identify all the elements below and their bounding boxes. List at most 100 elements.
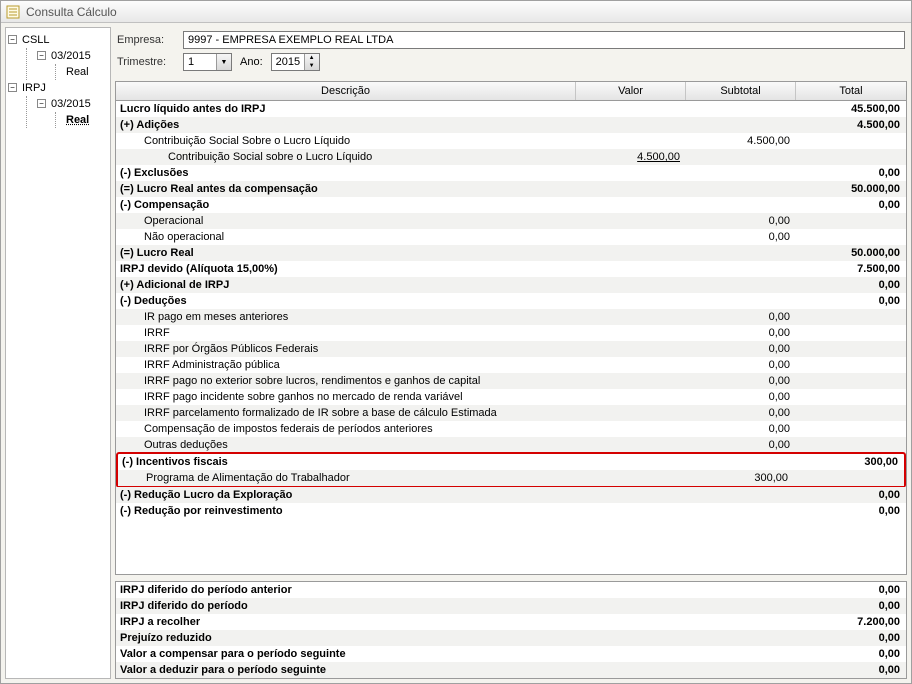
cell-valor <box>576 165 686 181</box>
cell-valor <box>576 181 686 197</box>
tree-node-csll-period[interactable]: − 03/2015 Real <box>37 48 108 80</box>
cell-desc: Programa de Alimentação do Trabalhador <box>118 470 574 486</box>
table-row[interactable]: IR pago em meses anteriores0,00 <box>116 309 906 325</box>
tree-toggle-icon[interactable]: − <box>8 83 17 92</box>
table-row[interactable]: Operacional0,00 <box>116 213 906 229</box>
table-row[interactable]: Programa de Alimentação do Trabalhador30… <box>118 470 904 486</box>
table-row[interactable]: (+) Adicional de IRPJ0,00 <box>116 277 906 293</box>
table-row[interactable]: Contribuição Social sobre o Lucro Líquid… <box>116 149 906 165</box>
cell-desc: IRRF pago incidente sobre ganhos no merc… <box>116 389 576 405</box>
table-row[interactable]: IRPJ diferido do período anterior0,00 <box>116 582 906 598</box>
cell-subtotal: 0,00 <box>686 357 796 373</box>
cell-valor <box>576 405 686 421</box>
col-header-desc[interactable]: Descrição <box>116 82 576 100</box>
table-row[interactable]: IRRF por Órgãos Públicos Federais0,00 <box>116 341 906 357</box>
table-row[interactable]: (=) Lucro Real antes da compensação 50.00… <box>116 181 906 197</box>
cell-subtotal: 0,00 <box>686 373 796 389</box>
cell-desc: Compensação de impostos federais de perí… <box>116 421 576 437</box>
table-row[interactable]: IRRF0,00 <box>116 325 906 341</box>
tree-toggle-icon[interactable]: − <box>8 35 17 44</box>
table-row[interactable]: Valor a deduzir para o período seguinte0… <box>116 662 906 678</box>
col-header-subtotal[interactable]: Subtotal <box>686 82 796 100</box>
trimestre-combo[interactable]: ▼ <box>183 53 232 71</box>
tree-node-irpj-period[interactable]: − 03/2015 Real <box>37 96 108 128</box>
cell-total <box>796 133 906 149</box>
cell-subtotal <box>686 293 796 309</box>
main-panel: Empresa: Trimestre: ▼ Ano: ▲▼ <box>115 27 907 679</box>
cell-subtotal <box>686 181 796 197</box>
table-row[interactable]: IRRF pago incidente sobre ganhos no merc… <box>116 389 906 405</box>
table-row[interactable]: Outras deduções0,00 <box>116 437 906 453</box>
table-row[interactable]: IRRF Administração pública0,00 <box>116 357 906 373</box>
cell-desc: IRPJ diferido do período <box>116 598 576 614</box>
table-row[interactable]: (+) Adições4.500,00 <box>116 117 906 133</box>
grid-body[interactable]: Lucro líquido antes do IRPJ45.500,00(+) … <box>115 101 907 575</box>
table-row[interactable]: IRRF parcelamento formalizado de IR sobr… <box>116 405 906 421</box>
table-row[interactable]: Não operacional0,00 <box>116 229 906 245</box>
tree-label: IRPJ <box>22 82 46 94</box>
tree-node-csll-real[interactable]: Real <box>66 64 108 80</box>
table-row[interactable]: Contribuição Social Sobre o Lucro Líquid… <box>116 133 906 149</box>
chevron-down-icon[interactable]: ▼ <box>216 54 231 70</box>
cell-desc: (-) Redução por reinvestimento <box>116 503 576 519</box>
tree-node-irpj-real[interactable]: Real <box>66 112 108 128</box>
cell-valor <box>576 341 686 357</box>
table-row[interactable]: (-) Deduções0,00 <box>116 293 906 309</box>
table-row[interactable]: (-) Compensação0,00 <box>116 197 906 213</box>
cell-desc: IRRF por Órgãos Públicos Federais <box>116 341 576 357</box>
col-header-valor[interactable]: Valor <box>576 82 686 100</box>
cell-total: 0,00 <box>796 582 906 598</box>
cell-valor <box>576 373 686 389</box>
ano-spinner[interactable]: ▲▼ <box>271 53 320 71</box>
cell-desc: (-) Incentivos fiscais <box>118 454 574 470</box>
cell-subtotal <box>686 197 796 213</box>
cell-subtotal <box>686 165 796 181</box>
col-header-total[interactable]: Total <box>796 82 906 100</box>
table-row[interactable]: (-) Incentivos fiscais300,00 <box>118 454 904 470</box>
table-row[interactable]: Compensação de impostos federais de perí… <box>116 421 906 437</box>
cell-valor <box>576 229 686 245</box>
table-row[interactable]: Lucro líquido antes do IRPJ45.500,00 <box>116 101 906 117</box>
body: − CSLL − 03/2015 Real − IR <box>1 23 911 683</box>
cell-total <box>796 437 906 453</box>
cell-total: 0,00 <box>796 598 906 614</box>
tree-node-csll[interactable]: − CSLL − 03/2015 Real <box>8 32 108 80</box>
cell-desc: (-) Deduções <box>116 293 576 309</box>
cell-total <box>796 309 906 325</box>
cell-total: 50.000,00 <box>796 181 906 197</box>
table-row[interactable]: IRRF pago no exterior sobre lucros, rend… <box>116 373 906 389</box>
spin-buttons[interactable]: ▲▼ <box>304 54 319 70</box>
table-row[interactable]: (=) Lucro Real50.000,00 <box>116 245 906 261</box>
cell-total <box>794 470 904 486</box>
table-row[interactable]: (-) Redução Lucro da Exploração0,00 <box>116 487 906 503</box>
cell-valor <box>576 325 686 341</box>
cell-total: 0,00 <box>796 662 906 678</box>
cell-total: 50.000,00 <box>796 245 906 261</box>
empresa-input[interactable] <box>183 31 905 49</box>
cell-total: 0,00 <box>796 197 906 213</box>
table-row[interactable]: Valor a compensar para o período seguint… <box>116 646 906 662</box>
table-row[interactable]: (-) Redução por reinvestimento0,00 <box>116 503 906 519</box>
titlebar: Consulta Cálculo <box>1 1 911 23</box>
tree-toggle-icon[interactable]: − <box>37 51 46 60</box>
tree-node-irpj[interactable]: − IRPJ − 03/2015 Real <box>8 80 108 128</box>
cell-valor <box>576 101 686 117</box>
cell-desc: (-) Redução Lucro da Exploração <box>116 487 576 503</box>
ano-input[interactable] <box>272 54 304 70</box>
table-row[interactable]: IRPJ a recolher7.200,00 <box>116 614 906 630</box>
cell-subtotal <box>686 487 796 503</box>
tree-toggle-icon[interactable]: − <box>37 99 46 108</box>
cell-subtotal <box>686 614 796 630</box>
table-row[interactable]: IRPJ diferido do período 0,00 <box>116 598 906 614</box>
table-row[interactable]: Prejuízo reduzido0,00 <box>116 630 906 646</box>
cell-total <box>796 357 906 373</box>
cell-total: 45.500,00 <box>796 101 906 117</box>
table-row[interactable]: IRPJ devido (Alíquota 15,00%)7.500,00 <box>116 261 906 277</box>
table-row[interactable]: (-) Exclusões0,00 <box>116 165 906 181</box>
cell-valor <box>576 277 686 293</box>
trimestre-input[interactable] <box>184 54 216 70</box>
highlight-region: (-) Incentivos fiscais300,00Programa de … <box>116 452 906 488</box>
tree-label: 03/2015 <box>51 50 91 62</box>
cell-valor <box>576 261 686 277</box>
cell-desc: (=) Lucro Real antes da compensação <box>116 181 576 197</box>
